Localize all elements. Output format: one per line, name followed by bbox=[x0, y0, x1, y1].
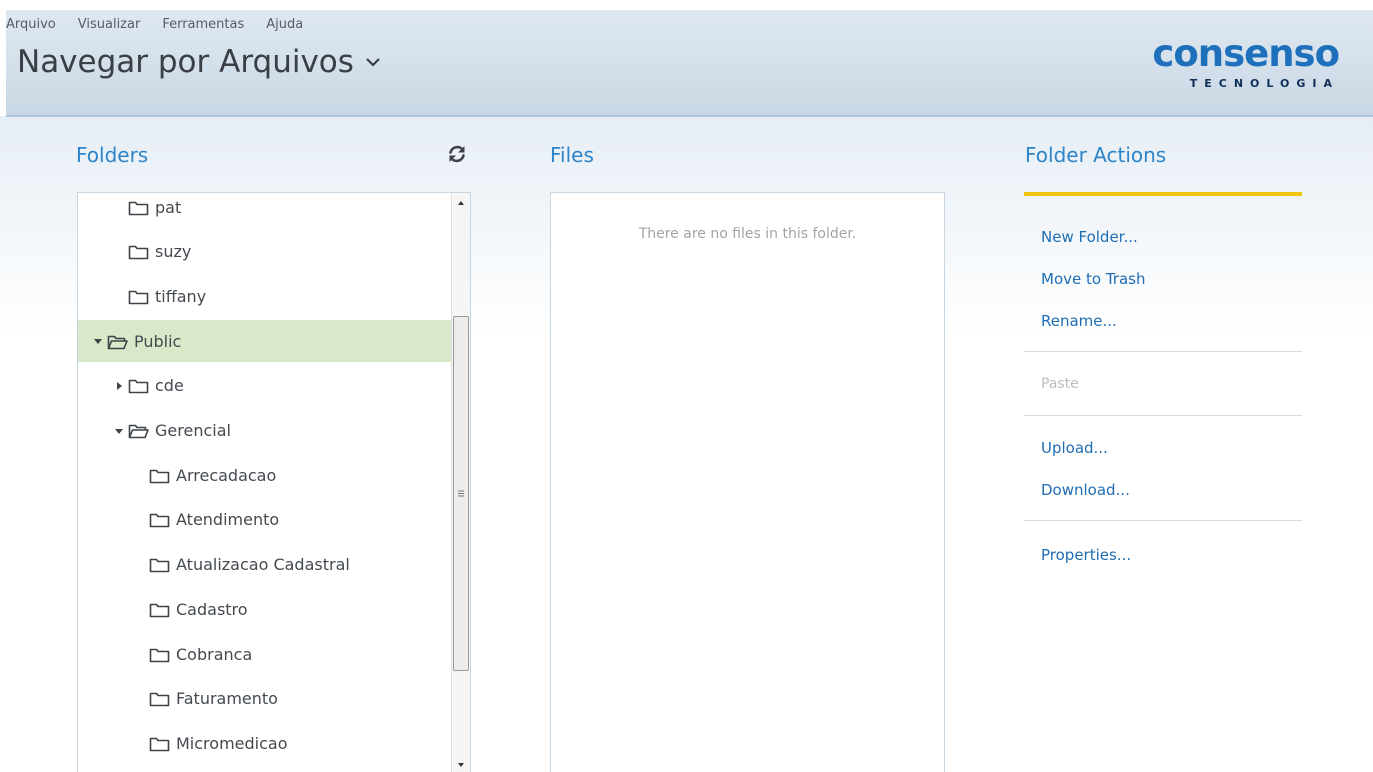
tree-item-atendimento[interactable]: Atendimento bbox=[78, 499, 470, 541]
folder-icon bbox=[149, 603, 170, 618]
folder-icon bbox=[149, 692, 170, 707]
tree-item-gerencial[interactable]: Gerencial bbox=[78, 410, 470, 452]
folder-tree[interactable]: pat suzy tiffany Public cde Gerencial Arrecada… bbox=[77, 192, 471, 772]
files-heading: Files bbox=[550, 143, 594, 167]
folder-open-icon bbox=[128, 424, 149, 439]
tree-item-label: Cobranca bbox=[176, 644, 253, 664]
folder-icon bbox=[128, 245, 149, 260]
folder-icon bbox=[149, 514, 170, 528]
divider bbox=[1024, 351, 1302, 352]
tree-scrollbar[interactable] bbox=[451, 193, 470, 772]
paste-link: Paste bbox=[1041, 376, 1079, 392]
chevron-down-icon bbox=[366, 58, 380, 67]
actions-accent-bar bbox=[1024, 192, 1302, 196]
tree-item-label: cde bbox=[155, 376, 184, 396]
tree-item-label: suzy bbox=[155, 242, 192, 262]
menu-ajuda[interactable]: Ajuda bbox=[266, 17, 303, 32]
scroll-down-icon[interactable] bbox=[455, 759, 467, 771]
menu-ferramentas[interactable]: Ferramentas bbox=[162, 17, 244, 32]
tree-item-label: Gerencial bbox=[155, 421, 231, 440]
empty-message: There are no files in this folder. bbox=[638, 226, 857, 242]
folder-icon bbox=[128, 379, 149, 394]
upload-link[interactable]: Upload... bbox=[1041, 439, 1108, 457]
files-list[interactable]: There are no files in this folder. bbox=[550, 192, 945, 772]
tree-item-label: Atendimento bbox=[176, 510, 280, 530]
download-link[interactable]: Download... bbox=[1041, 481, 1130, 499]
tree-item-pat[interactable]: pat bbox=[78, 193, 470, 228]
tree-item-atualizacao-cadastral[interactable]: Atualizacao Cadastral bbox=[78, 544, 470, 586]
logo: consenso TECNOLOGIA bbox=[1149, 32, 1340, 93]
folder-actions-heading: Folder Actions bbox=[1025, 143, 1167, 167]
folder-icon bbox=[149, 469, 170, 483]
tree-item-faturamento[interactable]: Faturamento bbox=[78, 678, 470, 720]
tree-item-arrecadacao[interactable]: Arrecadacao bbox=[78, 454, 470, 496]
tree-item-cadastro[interactable]: Cadastro bbox=[78, 588, 470, 630]
refresh-icon[interactable] bbox=[446, 143, 468, 165]
folder-icon bbox=[149, 648, 170, 662]
new-folder-link[interactable]: New Folder... bbox=[1041, 228, 1138, 246]
tree-item-label: pat bbox=[155, 197, 182, 217]
divider bbox=[1024, 520, 1302, 521]
move-to-trash-link[interactable]: Move to Trash bbox=[1041, 270, 1145, 288]
tree-item-suzy[interactable]: suzy bbox=[78, 231, 470, 273]
header: Arquivo Visualizar Ferramentas Ajuda Nav… bbox=[6, 10, 1373, 117]
folders-heading: Folders bbox=[76, 143, 149, 167]
tree-item-label: Micromedicao bbox=[176, 733, 288, 753]
menu-visualizar[interactable]: Visualizar bbox=[78, 17, 141, 32]
caret-down-icon[interactable] bbox=[114, 426, 124, 436]
grip-icon bbox=[458, 490, 464, 497]
tree-item-cde[interactable]: cde bbox=[78, 365, 470, 407]
tree-item-tiffany[interactable]: tiffany bbox=[78, 275, 470, 317]
caret-right-icon[interactable] bbox=[114, 381, 124, 391]
tree-item-label: Atualizacao Cadastral bbox=[176, 555, 350, 575]
folder-icon bbox=[128, 290, 149, 305]
tree-item-cobranca[interactable]: Cobranca bbox=[78, 633, 470, 675]
menubar: Arquivo Visualizar Ferramentas Ajuda bbox=[6, 17, 303, 32]
tree-item-label: Faturamento bbox=[176, 689, 278, 709]
scroll-thumb[interactable] bbox=[453, 316, 469, 671]
tree-item-label: Cadastro bbox=[176, 599, 248, 619]
menu-arquivo[interactable]: Arquivo bbox=[6, 17, 56, 32]
tree-item-label: Arrecadacao bbox=[176, 465, 277, 485]
folder-icon bbox=[149, 737, 170, 752]
folder-open-icon bbox=[107, 335, 128, 349]
caret-down-icon[interactable] bbox=[93, 336, 103, 346]
properties-link[interactable]: Properties... bbox=[1041, 546, 1131, 564]
tree-item-public[interactable]: Public bbox=[78, 320, 466, 363]
tree-item-micromedicao[interactable]: Micromedicao bbox=[78, 722, 470, 764]
divider bbox=[1024, 415, 1302, 416]
folder-icon bbox=[149, 558, 170, 573]
tree-item-label: tiffany bbox=[155, 286, 207, 306]
scroll-up-icon[interactable] bbox=[455, 197, 467, 209]
folder-icon bbox=[128, 201, 149, 215]
logo-tagline: TECNOLOGIA bbox=[1189, 77, 1339, 90]
rename-link[interactable]: Rename... bbox=[1041, 312, 1117, 330]
logo-wordmark: consenso bbox=[1152, 32, 1340, 75]
page-title: Navegar por Arquivos bbox=[17, 44, 354, 80]
perspective-switcher[interactable]: Navegar por Arquivos bbox=[17, 44, 382, 80]
tree-item-label: Public bbox=[134, 331, 182, 351]
